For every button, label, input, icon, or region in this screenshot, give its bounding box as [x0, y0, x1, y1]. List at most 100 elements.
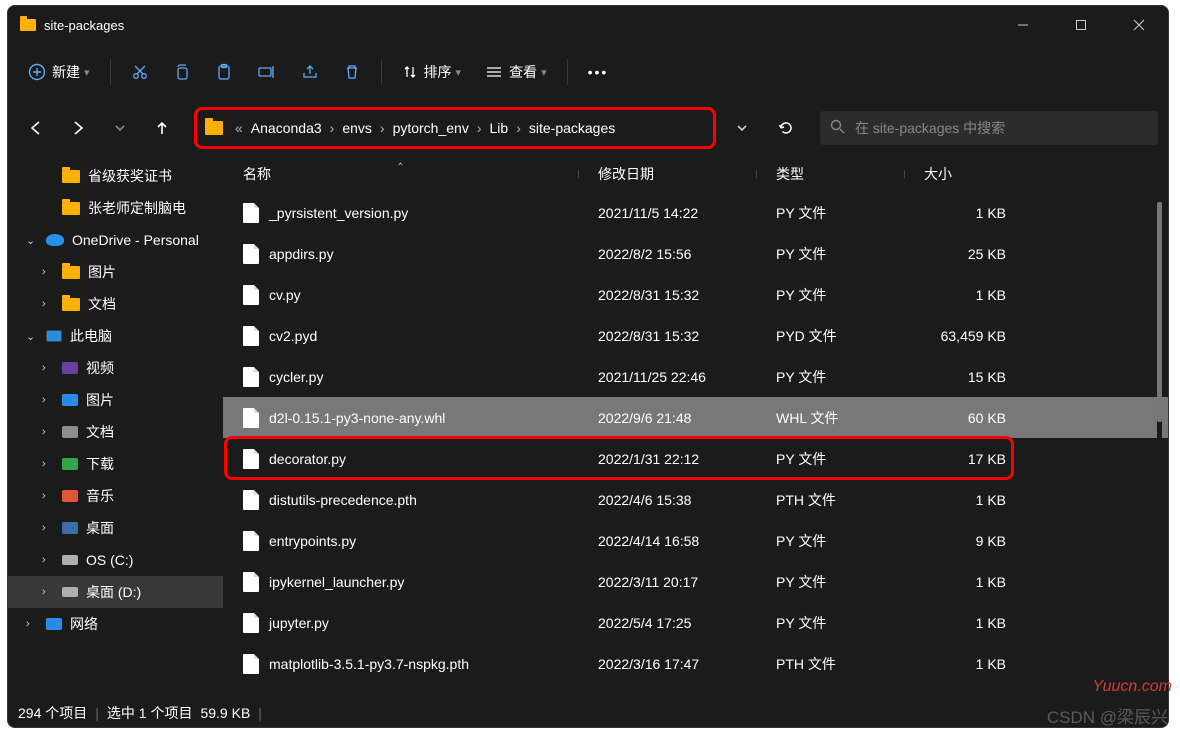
col-type[interactable]: 类型	[756, 164, 904, 184]
tree-item[interactable]: ›桌面 (D:)	[8, 576, 223, 608]
minimize-button[interactable]	[994, 6, 1052, 44]
tree-item[interactable]: ⌄OneDrive - Personal	[8, 224, 223, 256]
tree-item[interactable]: ›图片	[8, 384, 223, 416]
navbar: « Anaconda3› envs› pytorch_env› Lib› sit…	[8, 100, 1168, 156]
file-row[interactable]: matplotlib-3.5.1-py3.7-nspkg.pth2022/3/1…	[223, 643, 1168, 684]
file-row[interactable]: _pyrsistent_version.py2021/11/5 14:22PY …	[223, 192, 1168, 233]
file-type: PY 文件	[776, 572, 924, 592]
file-size: 1 KB	[924, 205, 1032, 221]
special-folder-icon	[46, 618, 62, 630]
file-row[interactable]: appdirs.py2022/8/2 15:56PY 文件25 KB	[223, 233, 1168, 274]
more-button[interactable]: •••	[578, 53, 619, 91]
col-date[interactable]: 修改日期	[578, 164, 756, 184]
tree-item[interactable]: ›OS (C:)	[8, 544, 223, 576]
file-row[interactable]: jupyter.py2022/5/4 17:25PY 文件1 KB	[223, 602, 1168, 643]
drive-icon	[62, 587, 78, 597]
share-button[interactable]	[291, 53, 329, 91]
search-icon	[830, 119, 845, 137]
refresh-button[interactable]	[768, 119, 804, 137]
tree-item[interactable]: ›下载	[8, 448, 223, 480]
col-size[interactable]: 大小	[904, 164, 1012, 184]
paste-button[interactable]	[205, 53, 243, 91]
file-row[interactable]: d2l-0.15.1-py3-none-any.whl2022/9/6 21:4…	[223, 397, 1168, 438]
rename-icon	[257, 63, 277, 81]
file-row[interactable]: distutils-precedence.pth2022/4/6 15:38PT…	[223, 479, 1168, 520]
back-button[interactable]	[18, 110, 54, 146]
content: ⌃名称 修改日期 类型 大小 _pyrsistent_version.py202…	[223, 156, 1168, 699]
tree-item[interactable]: ›文档	[8, 288, 223, 320]
file-row[interactable]: cv2.pyd2022/8/31 15:32PYD 文件63,459 KB	[223, 315, 1168, 356]
file-size: 1 KB	[924, 574, 1032, 590]
chevron-icon: ›	[42, 490, 54, 502]
file-row[interactable]: entrypoints.py2022/4/14 16:58PY 文件9 KB	[223, 520, 1168, 561]
search-input[interactable]: 在 site-packages 中搜索	[820, 111, 1158, 145]
rename-button[interactable]	[247, 53, 287, 91]
file-date: 2021/11/25 22:46	[598, 369, 776, 385]
breadcrumb-item[interactable]: site-packages	[525, 118, 619, 138]
special-folder-icon	[62, 426, 78, 438]
tree-item[interactable]: ›图片	[8, 256, 223, 288]
tree-item[interactable]: ⌄此电脑	[8, 320, 223, 352]
folder-icon	[62, 170, 80, 183]
tree-item-label: 文档	[86, 422, 114, 442]
file-row[interactable]: cv.py2022/8/31 15:32PY 文件1 KB	[223, 274, 1168, 315]
file-icon	[243, 490, 259, 510]
columns-header[interactable]: ⌃名称 修改日期 类型 大小	[223, 156, 1168, 192]
file-name: distutils-precedence.pth	[269, 492, 417, 508]
maximize-button[interactable]	[1052, 6, 1110, 44]
tree-item[interactable]: ›文档	[8, 416, 223, 448]
sort-icon	[402, 64, 418, 80]
tree-item[interactable]: ›桌面	[8, 512, 223, 544]
tree-item-label: 张老师定制脑电	[88, 198, 186, 218]
breadcrumb-more[interactable]: «	[235, 120, 243, 136]
up-button[interactable]	[144, 110, 180, 146]
file-type: PY 文件	[776, 367, 924, 387]
tree-item[interactable]: 张老师定制脑电	[8, 192, 223, 224]
breadcrumb-item[interactable]: pytorch_env	[389, 118, 473, 138]
scrollbar[interactable]	[1157, 202, 1162, 687]
cut-button[interactable]	[121, 53, 159, 91]
forward-button[interactable]	[60, 110, 96, 146]
delete-button[interactable]	[333, 53, 371, 91]
file-date: 2022/8/31 15:32	[598, 328, 776, 344]
tree-item[interactable]: ›网络	[8, 608, 223, 640]
titlebar: site-packages	[8, 6, 1168, 44]
file-date: 2022/8/31 15:32	[598, 287, 776, 303]
breadcrumb-item[interactable]: envs	[338, 118, 376, 138]
file-type: PY 文件	[776, 244, 924, 264]
breadcrumb-item[interactable]: Anaconda3	[247, 118, 326, 138]
chevron-right-icon: ›	[380, 120, 385, 136]
sort-button[interactable]: 排序 ▾	[392, 53, 472, 91]
view-button[interactable]: 查看 ▾	[475, 53, 557, 91]
chevron-icon: ›	[42, 394, 54, 406]
breadcrumb-dropdown-button[interactable]	[722, 123, 762, 133]
copy-button[interactable]	[163, 53, 201, 91]
new-button[interactable]: 新建 ▾	[18, 53, 100, 91]
file-icon	[243, 285, 259, 305]
breadcrumb-bar[interactable]: « Anaconda3› envs› pytorch_env› Lib› sit…	[194, 107, 716, 149]
tree-item[interactable]: ›视频	[8, 352, 223, 384]
recent-button[interactable]	[102, 110, 138, 146]
file-icon	[243, 613, 259, 633]
file-type: WHL 文件	[776, 408, 924, 428]
breadcrumb-item[interactable]: Lib	[486, 118, 513, 138]
folder-icon	[62, 202, 80, 215]
scroll-thumb[interactable]	[1157, 202, 1162, 422]
special-folder-icon	[62, 394, 78, 406]
tree-item[interactable]: ›音乐	[8, 480, 223, 512]
col-name[interactable]: ⌃名称	[223, 164, 578, 184]
close-button[interactable]	[1110, 6, 1168, 44]
chevron-down-icon: ▾	[84, 66, 90, 79]
file-name: ipykernel_launcher.py	[269, 574, 404, 590]
tree[interactable]: 省级获奖证书张老师定制脑电⌄OneDrive - Personal›图片›文档⌄…	[8, 156, 223, 699]
file-row[interactable]: ipykernel_launcher.py2022/3/11 20:17PY 文…	[223, 561, 1168, 602]
file-icon	[243, 244, 259, 264]
file-list[interactable]: _pyrsistent_version.py2021/11/5 14:22PY …	[223, 192, 1168, 699]
tree-item[interactable]: 省级获奖证书	[8, 160, 223, 192]
file-date: 2021/11/5 14:22	[598, 205, 776, 221]
file-row[interactable]: cycler.py2021/11/25 22:46PY 文件15 KB	[223, 356, 1168, 397]
file-row[interactable]: decorator.py2022/1/31 22:12PY 文件17 KB	[223, 438, 1168, 479]
separator	[110, 59, 111, 85]
file-type: PY 文件	[776, 613, 924, 633]
file-date: 2022/4/14 16:58	[598, 533, 776, 549]
